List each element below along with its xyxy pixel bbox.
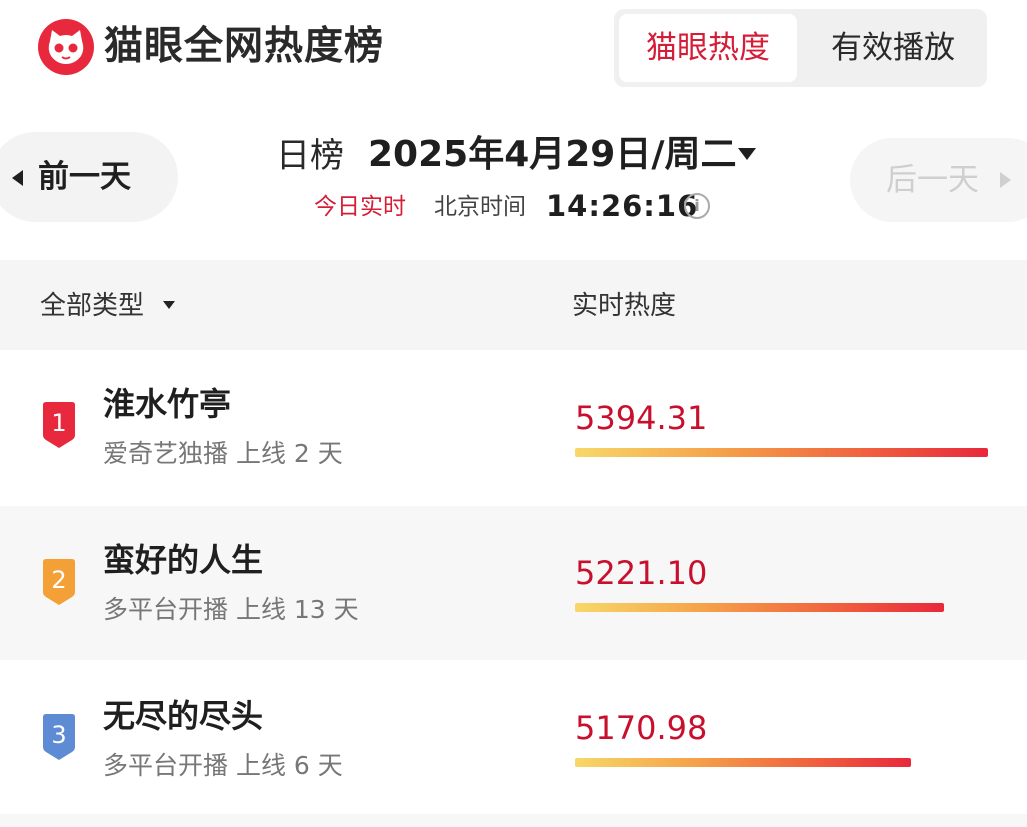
beijing-time-label: 北京时间 xyxy=(434,194,526,220)
app-title: 猫眼全网热度榜 xyxy=(104,24,385,69)
heat-bar xyxy=(575,603,944,612)
rank-badge: 3 xyxy=(40,713,78,761)
rank-number: 1 xyxy=(51,409,67,437)
show-subtitle: 多平台开播 上线 6 天 xyxy=(103,751,343,780)
prev-day-label: 前一天 xyxy=(38,159,131,195)
heat-score: 5394.31 xyxy=(575,399,708,437)
heat-bar xyxy=(575,448,988,457)
show-title[interactable]: 蛮好的人生 xyxy=(103,539,263,581)
prev-day-button[interactable]: 前一天 xyxy=(0,132,178,222)
rank-badge: 1 xyxy=(40,401,78,449)
next-row-edge xyxy=(0,814,1027,827)
caret-down-icon[interactable] xyxy=(738,148,756,160)
heat-bar xyxy=(575,758,911,767)
beijing-time-value: 14:26:16 xyxy=(546,189,699,223)
heat-score: 5170.98 xyxy=(575,709,708,747)
rank-number: 3 xyxy=(51,721,67,749)
today-realtime-label: 今日实时 xyxy=(314,194,406,220)
next-day-button[interactable]: 后一天 xyxy=(850,138,1027,222)
show-subtitle: 多平台开播 上线 13 天 xyxy=(103,595,359,624)
triangle-right-icon xyxy=(1000,172,1011,188)
cat-logo-icon xyxy=(38,19,94,75)
type-filter[interactable]: 全部类型 xyxy=(40,288,144,324)
tab-effective-plays[interactable]: 有效播放 xyxy=(804,14,982,82)
metric-tab-switch: 猫眼热度 有效播放 xyxy=(614,9,987,87)
chart-kind-label: 日榜 xyxy=(276,136,344,176)
caret-down-icon[interactable] xyxy=(163,301,175,309)
heat-score: 5221.10 xyxy=(575,554,708,592)
ranking-row[interactable]: 2 蛮好的人生 多平台开播 上线 13 天 5221.10 xyxy=(0,506,1027,660)
column-heat-header: 实时热度 xyxy=(572,291,677,321)
info-icon[interactable]: i xyxy=(684,193,710,219)
show-subtitle: 爱奇艺独播 上线 2 天 xyxy=(103,439,343,468)
rank-number: 2 xyxy=(51,566,67,594)
date-selector[interactable]: 2025年4月29日/周二 xyxy=(368,132,737,178)
show-title[interactable]: 淮水竹亭 xyxy=(103,383,231,425)
tab-maoyan-heat[interactable]: 猫眼热度 xyxy=(619,14,797,82)
ranking-row[interactable]: 1 淮水竹亭 爱奇艺独播 上线 2 天 5394.31 xyxy=(0,352,1027,506)
show-title[interactable]: 无尽的尽头 xyxy=(103,695,263,737)
rank-badge: 2 xyxy=(40,558,78,606)
ranking-row[interactable]: 3 无尽的尽头 多平台开播 上线 6 天 5170.98 xyxy=(0,660,1027,814)
next-day-label: 后一天 xyxy=(886,162,979,198)
triangle-left-icon xyxy=(12,170,23,186)
table-header xyxy=(0,260,1027,350)
